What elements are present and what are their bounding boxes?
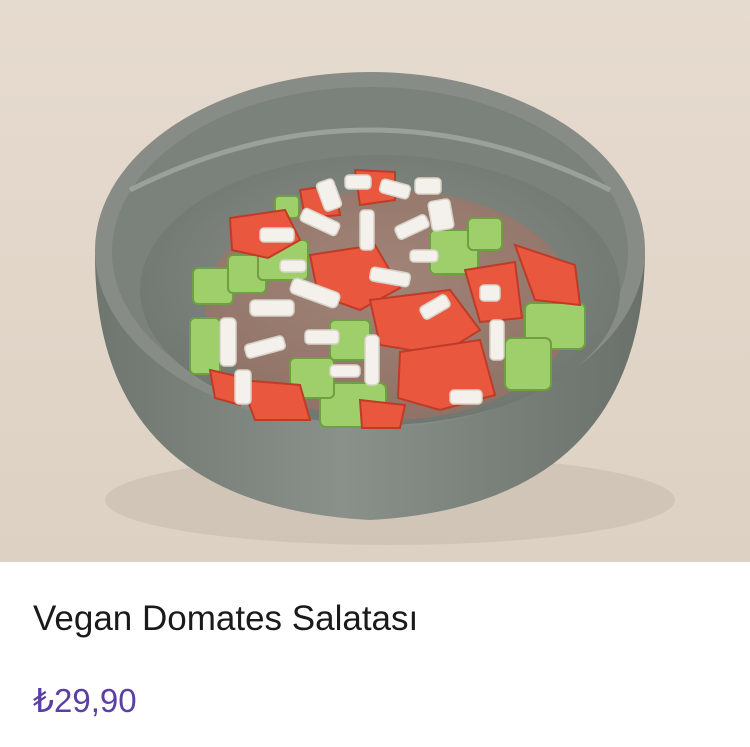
salad-bowl-illustration bbox=[0, 0, 750, 562]
product-card[interactable]: Vegan Domates Salatası ₺29,90 bbox=[0, 0, 750, 747]
product-price: ₺29,90 bbox=[33, 682, 137, 719]
product-title: Vegan Domates Salatası bbox=[33, 599, 419, 638]
product-image[interactable] bbox=[0, 0, 750, 562]
